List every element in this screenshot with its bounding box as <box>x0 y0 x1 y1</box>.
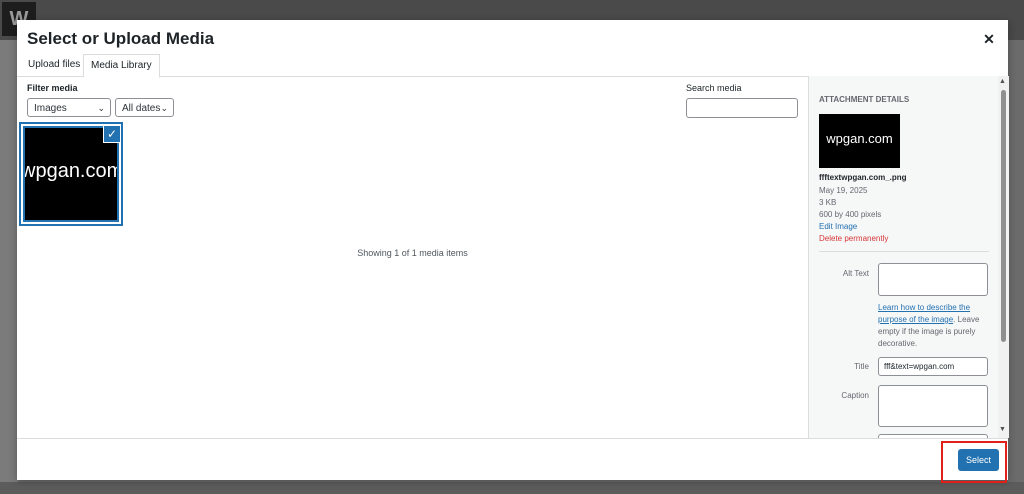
editor-breadcrumb <box>0 482 1024 494</box>
modal-toolbar <box>17 438 1008 480</box>
thumbnail-image-text: wpgan.com <box>25 160 117 182</box>
close-icon[interactable]: ✕ <box>978 28 1000 50</box>
attachment-details-sidebar: ATTACHMENT DETAILS wpgan.com ffftextwpga… <box>808 76 1009 438</box>
caption-label: Caption <box>841 391 869 400</box>
attachment-dimensions: 600 by 400 pixels <box>819 210 882 219</box>
media-count-status: Showing 1 of 1 media items <box>357 248 468 258</box>
sidebar-scrollbar[interactable]: ▲ ▼ <box>998 76 1009 438</box>
attachment-filesize: 3 KB <box>819 198 837 207</box>
tab-upload-files[interactable]: Upload files <box>21 54 87 76</box>
chevron-down-icon: ⌄ <box>160 103 168 113</box>
scroll-up-icon[interactable]: ▲ <box>999 78 1006 85</box>
tab-media-library[interactable]: Media Library <box>83 54 160 78</box>
chevron-down-icon: ⌄ <box>97 103 105 113</box>
caption-field[interactable] <box>878 385 988 427</box>
highlight-box <box>941 441 1007 483</box>
checkmark-icon[interactable]: ✓ <box>103 125 121 143</box>
edit-image-link[interactable]: Edit Image <box>819 222 857 231</box>
search-media-label: Search media <box>686 83 742 93</box>
filter-media-label: Filter media <box>27 83 78 93</box>
alt-text-help: Learn how to describe the purpose of the… <box>878 302 990 350</box>
date-filter-select[interactable]: All dates ⌄ <box>115 98 174 117</box>
attachment-thumbnail: wpgan.com <box>819 114 900 168</box>
scrollbar-thumb[interactable] <box>1001 90 1006 342</box>
editor-left-panel <box>0 40 18 494</box>
title-field[interactable]: fff&text=wpgan.com <box>878 357 988 376</box>
scroll-down-icon[interactable]: ▼ <box>999 426 1006 433</box>
attachment-thumbnail-text: wpgan.com <box>826 131 893 146</box>
search-media-input[interactable] <box>686 98 798 118</box>
media-type-value: Images <box>34 103 67 114</box>
delete-permanently-link[interactable]: Delete permanently <box>819 234 888 243</box>
media-type-select[interactable]: Images ⌄ <box>27 98 111 117</box>
alt-text-field[interactable] <box>878 263 988 296</box>
attachment-date: May 19, 2025 <box>819 186 868 195</box>
divider <box>819 251 989 252</box>
attachment-filename: ffftextwpgan.com_.png <box>819 173 907 182</box>
alt-text-label: Alt Text <box>842 269 869 278</box>
title-label: Title <box>854 362 869 371</box>
attachment-details-heading: ATTACHMENT DETAILS <box>819 95 910 104</box>
media-tabs: Upload files Media Library <box>17 54 1008 78</box>
date-filter-value: All dates <box>122 103 161 114</box>
modal-title: Select or Upload Media <box>27 29 215 48</box>
media-modal: Select or Upload Media ✕ Upload files Me… <box>17 20 1009 480</box>
